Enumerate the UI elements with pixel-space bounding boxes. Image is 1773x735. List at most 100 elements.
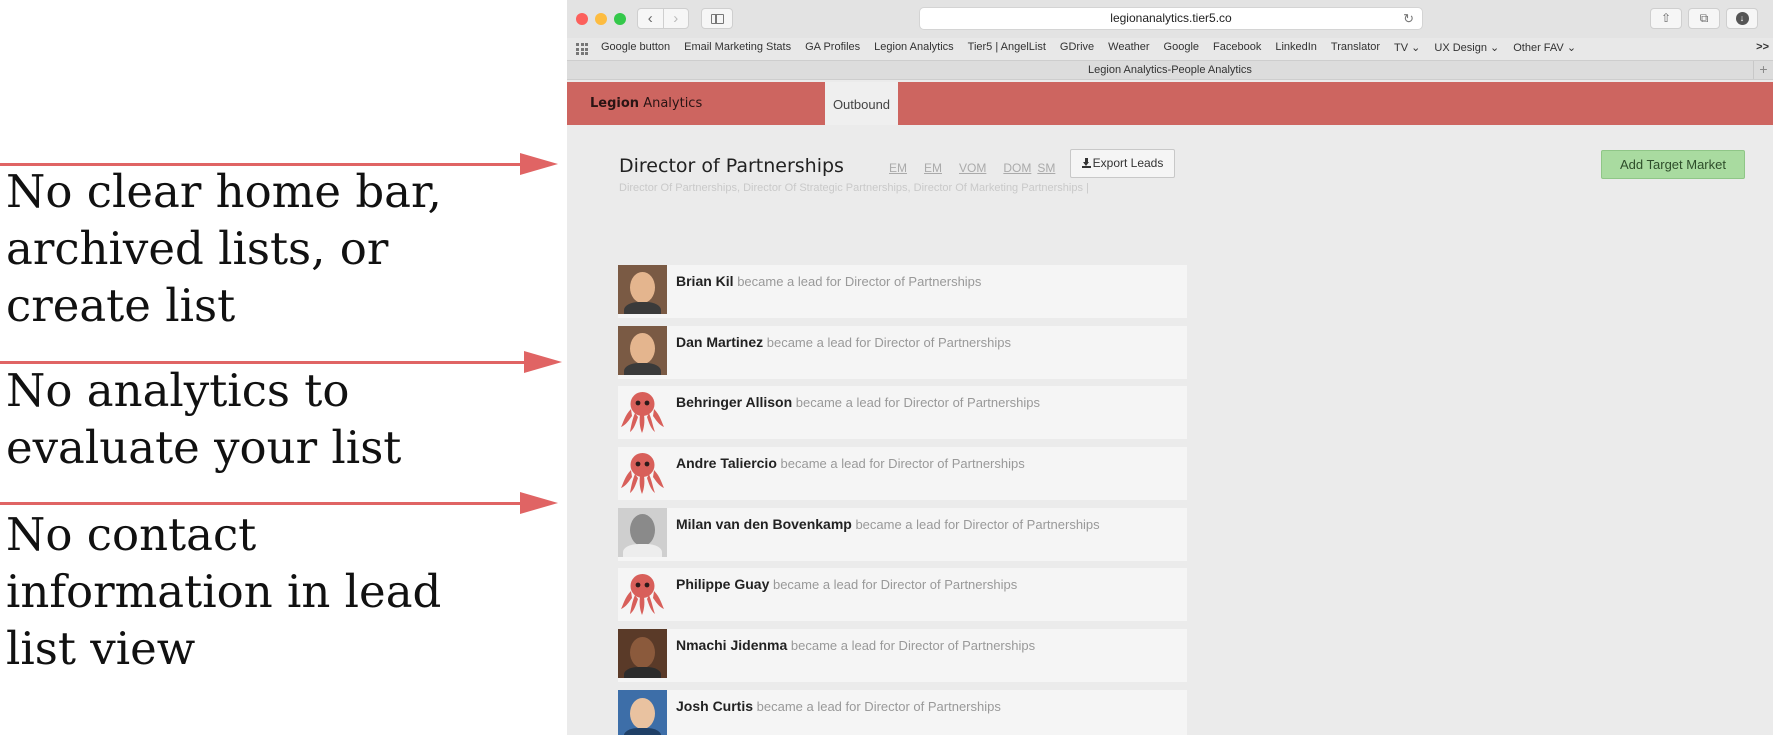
lead-name[interactable]: Nmachi Jidenma [676,637,787,653]
bookmarks-overflow[interactable]: >> [1756,41,1769,53]
bookmark-item[interactable]: Legion Analytics [874,41,954,54]
bookmark-item[interactable]: UX Design ⌄ [1434,41,1499,54]
lead-item[interactable]: Andre Taliercio became a lead for Direct… [618,447,1187,501]
download-icon [1081,158,1091,168]
annotation-arrow-head [524,351,562,373]
minimize-window-button[interactable] [595,13,607,25]
forward-icon[interactable]: › [662,9,689,28]
lead-text: Andre Taliercio became a lead for Direct… [676,455,1025,471]
lead-item[interactable]: Nmachi Jidenma became a lead for Directo… [618,629,1187,683]
brand-bold: Legion [590,96,640,111]
page-title: Director of Partnerships [619,155,844,177]
lead-description: became a lead for Director of Partnershi… [792,395,1041,411]
annotation-line: create list [6,279,236,332]
annotation-line: list view [6,622,196,675]
avatar[interactable] [618,325,667,375]
top-sites-icon[interactable] [576,43,588,55]
close-window-button[interactable] [576,13,588,25]
lead-name[interactable]: Andre Taliercio [676,455,777,471]
lead-text: Brian Kil became a lead for Director of … [676,273,981,289]
lead-item[interactable]: Milan van den Bovenkamp became a lead fo… [618,507,1187,561]
bookmark-item[interactable]: Translator [1331,41,1380,54]
annotation-home-bar: No clear home bar, archived lists, or cr… [6,163,442,334]
bookmark-item[interactable]: GDrive [1060,41,1094,54]
browser-window: ‹ › legionanalytics.tier5.co ↻ ⇧ ⧉ ↓ Goo… [567,0,1773,735]
zoom-window-button[interactable] [614,13,626,25]
quick-link-em[interactable]: EM [889,161,907,175]
lead-description: became a lead for Director of Partnershi… [733,274,982,289]
lead-text: Behringer Allison became a lead for Dire… [676,394,1040,410]
bookmark-item[interactable]: Other FAV ⌄ [1513,41,1576,54]
quick-links: EM EM VOM DOM SM [889,161,1072,175]
lead-text: Nmachi Jidenma became a lead for Directo… [676,637,1035,653]
lead-name[interactable]: Dan Martinez [676,334,763,350]
annotation-line: No contact [6,508,257,561]
lead-item[interactable]: Josh Curtis became a lead for Director o… [618,689,1187,735]
url-text: legionanalytics.tier5.co [1110,11,1232,25]
quick-link-dom[interactable]: DOM [1003,161,1031,175]
lead-item[interactable]: Brian Kil became a lead for Director of … [618,265,1187,318]
lead-name[interactable]: Josh Curtis [676,698,753,714]
back-icon[interactable]: ‹ [638,9,663,28]
bookmark-item[interactable]: Tier5 | AngelList [968,41,1046,54]
browser-titlebar: ‹ › legionanalytics.tier5.co ↻ ⇧ ⧉ ↓ [567,0,1773,38]
bookmark-item[interactable]: LinkedIn [1275,41,1317,54]
export-leads-label: Export Leads [1092,156,1164,170]
annotation-arrow-head [520,153,558,175]
default-avatar-octopus-icon[interactable] [618,447,667,497]
bookmark-item[interactable]: Google button [601,41,670,54]
lead-text: Dan Martinez became a lead for Director … [676,334,1011,350]
avatar[interactable] [618,629,667,679]
sidebar-toggle-button[interactable] [701,8,733,29]
brand-logo[interactable]: Legion Analytics [590,96,702,111]
bookmark-item[interactable]: GA Profiles [805,41,860,54]
avatar[interactable] [618,507,667,557]
lead-list: Brian Kil became a lead for Director of … [618,265,1187,735]
lead-description: became a lead for Director of Partnershi… [776,456,1025,472]
bookmark-item[interactable]: TV ⌄ [1394,41,1420,54]
bookmark-item[interactable]: Facebook [1213,41,1261,54]
quick-link-sm[interactable]: SM [1037,161,1055,175]
bookmark-item[interactable]: Email Marketing Stats [684,41,791,54]
lead-text: Philippe Guay became a lead for Director… [676,576,1017,592]
history-nav: ‹ › [637,8,689,29]
sidebar-icon [711,14,724,24]
lead-item[interactable]: Behringer Allison became a lead for Dire… [618,386,1187,440]
lead-item[interactable]: Dan Martinez became a lead for Director … [618,325,1187,379]
lead-name[interactable]: Philippe Guay [676,576,769,592]
add-target-market-button[interactable]: Add Target Market [1601,150,1745,179]
export-leads-button[interactable]: Export Leads [1070,149,1175,178]
quick-link-vom[interactable]: VOM [959,161,986,175]
active-tab[interactable]: Legion Analytics-People Analytics [1088,64,1252,76]
lead-name[interactable]: Brian Kil [676,273,734,289]
tab-bar: Legion Analytics-People Analytics + [567,60,1773,80]
lead-item[interactable]: Philippe Guay became a lead for Director… [618,568,1187,622]
annotation-arrow-line [0,163,522,166]
default-avatar-octopus-icon[interactable] [618,386,667,436]
brand-light: Analytics [639,96,703,111]
tab-outbound[interactable]: Outbound [825,82,898,125]
annotation-arrow-head [520,492,558,514]
bookmark-item[interactable]: Google [1164,41,1199,54]
annotation-line: evaluate your list [6,421,402,474]
main-content: Director of Partnerships EM EM VOM DOM S… [567,125,1773,735]
annotation-analytics: No analytics to evaluate your list [6,362,401,476]
share-button[interactable]: ⇧ [1650,8,1682,29]
download-icon: ↓ [1735,12,1749,26]
tabs-icon: ⧉ [1699,11,1709,25]
avatar[interactable] [618,689,667,735]
bookmark-item[interactable]: Weather [1108,41,1149,54]
address-bar[interactable]: legionanalytics.tier5.co ↻ [919,7,1423,30]
lead-name[interactable]: Milan van den Bovenkamp [676,516,852,532]
lead-name[interactable]: Behringer Allison [676,394,792,410]
default-avatar-octopus-icon[interactable] [618,568,667,618]
quick-link-em[interactable]: EM [924,161,942,175]
new-tab-icon[interactable]: + [1753,61,1773,79]
avatar[interactable] [618,265,667,314]
show-tabs-button[interactable]: ⧉ [1688,8,1720,29]
reload-icon[interactable]: ↻ [1403,8,1414,29]
lead-description: became a lead for Director of Partnershi… [787,638,1036,654]
annotation-arrow-line [0,502,522,505]
downloads-button[interactable]: ↓ [1726,8,1758,29]
bookmark-list: Google button Email Marketing Stats GA Pro… [601,41,1590,54]
